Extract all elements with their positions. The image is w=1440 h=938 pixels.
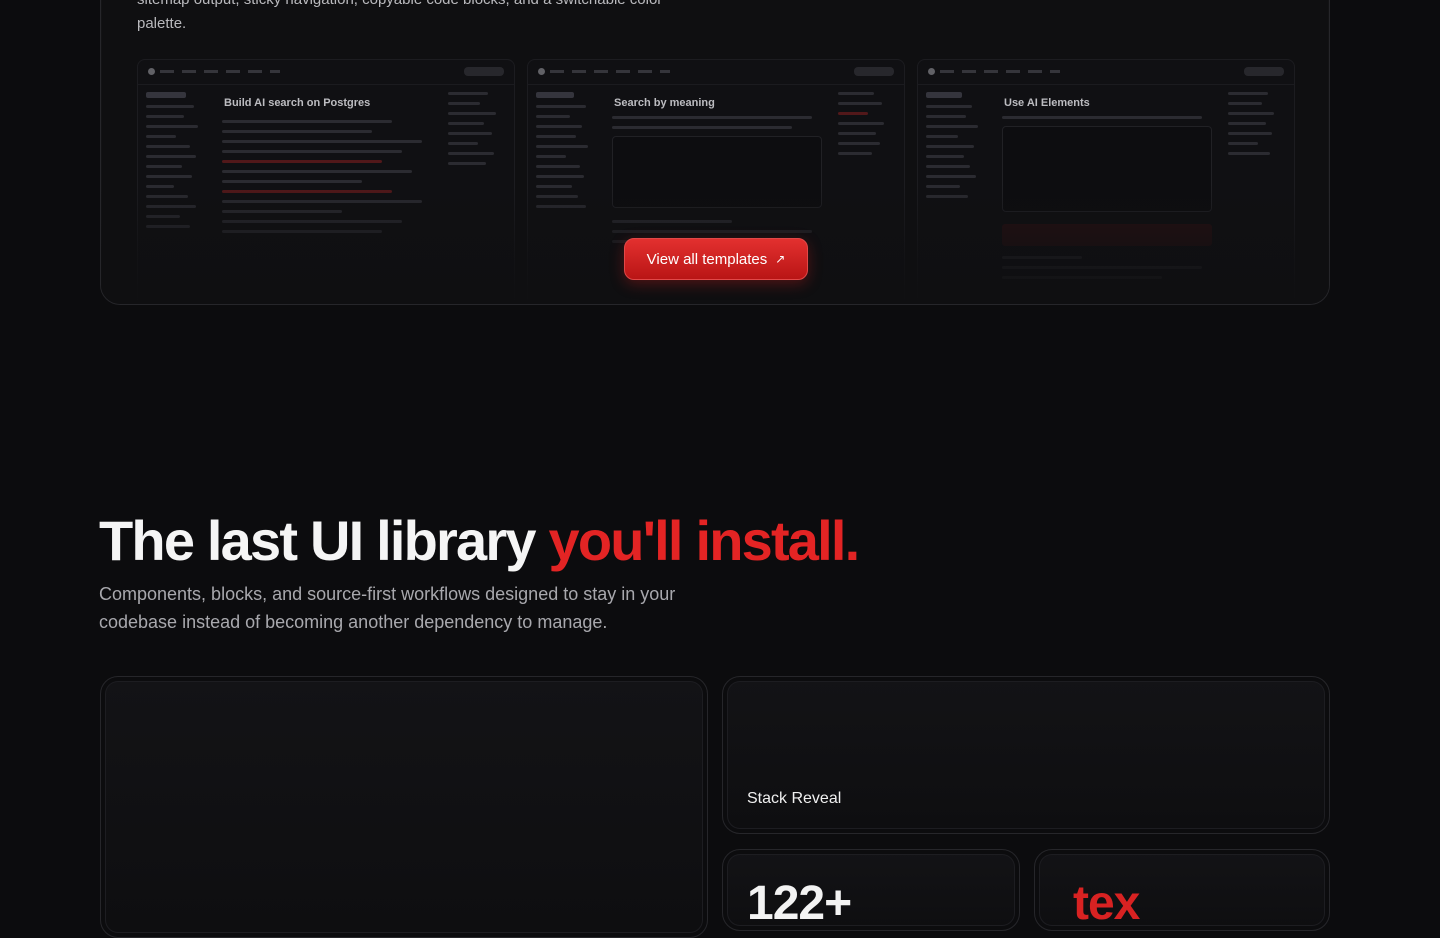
hero-title: The last UI library you'll install. xyxy=(99,506,861,576)
hero-title-main: The last UI library xyxy=(99,509,549,572)
stack-reveal-card[interactable]: Stack Reveal xyxy=(722,676,1330,834)
hero-subtitle: Components, blocks, and source-first wor… xyxy=(99,584,676,632)
templates-intro: sitemap output, sticky navigation, copya… xyxy=(137,0,857,36)
tex-value: tex xyxy=(1073,877,1140,930)
thumbnail-topbar xyxy=(138,60,514,85)
thumbnail-title: Search by meaning xyxy=(614,97,715,109)
view-all-templates-button[interactable]: View all templates ↗ xyxy=(624,238,808,280)
thumbnail-title: Use AI Elements xyxy=(1004,97,1090,109)
thumbnail-toc xyxy=(838,92,894,162)
logo-icon xyxy=(928,68,935,75)
stack-reveal-label: Stack Reveal xyxy=(747,790,842,807)
tex-card[interactable]: tex xyxy=(1034,849,1330,931)
thumbnail-toc xyxy=(1228,92,1284,162)
logo-icon xyxy=(538,68,545,75)
component-count-value: 122+ xyxy=(747,877,852,930)
thumbnail-toc xyxy=(448,92,504,172)
logo-icon xyxy=(148,68,155,75)
hero-title-accent: you'll install. xyxy=(548,509,861,572)
templates-card: sitemap output, sticky navigation, copya… xyxy=(100,0,1330,305)
component-count-card[interactable]: 122+ xyxy=(722,849,1020,931)
thumbnail-title: Build AI search on Postgres xyxy=(224,97,371,109)
templates-intro-line1: sitemap output, sticky navigation, copya… xyxy=(137,0,662,8)
thumbnail-topbar xyxy=(528,60,904,85)
view-all-templates-label: View all templates xyxy=(646,250,768,268)
thumbnail-topbar xyxy=(918,60,1294,85)
arrow-up-right-icon: ↗ xyxy=(775,252,786,266)
feature-card[interactable] xyxy=(100,676,708,938)
templates-intro-line2: palette. xyxy=(137,15,187,32)
